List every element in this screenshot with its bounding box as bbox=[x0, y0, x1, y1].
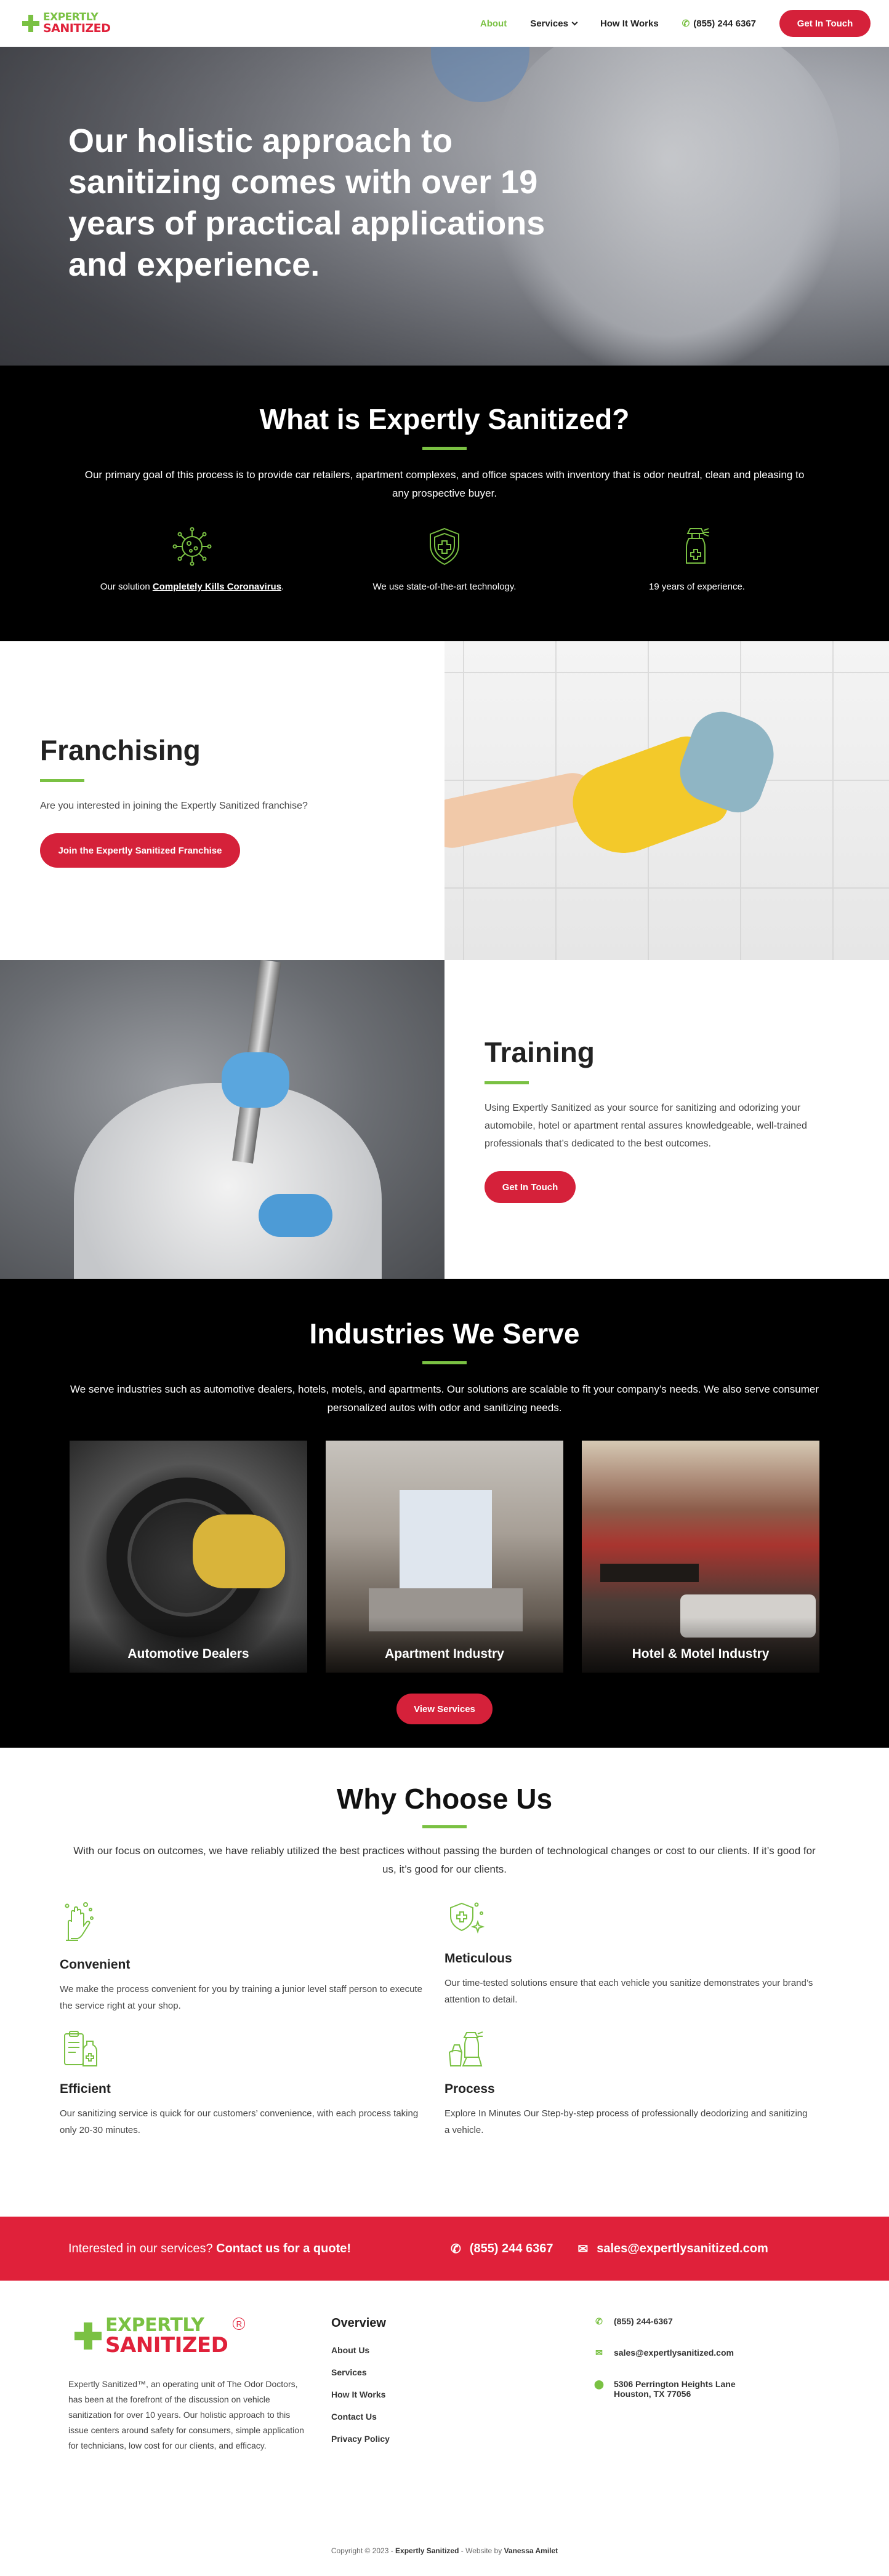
feature-experience: 19 years of experience. bbox=[595, 525, 798, 592]
footer-overview-title: Overview bbox=[331, 2316, 386, 2330]
copyright: Copyright © 2023 - Expertly Sanitized - … bbox=[331, 2546, 558, 2555]
virus-icon bbox=[172, 527, 212, 566]
industry-card-label: Hotel & Motel Industry bbox=[632, 1647, 770, 1661]
why-intro: With our focus on outcomes, we have reli… bbox=[73, 1845, 816, 1875]
hand-sanitize-icon bbox=[65, 1902, 94, 1941]
footer-phone[interactable]: ✆ (855) 244-6367 bbox=[594, 2316, 736, 2327]
feature-coronavirus: Our solution Completely Kills Coronaviru… bbox=[91, 525, 294, 592]
logo-line2: SANITIZED bbox=[105, 2333, 228, 2358]
why-choose-us-section: Why Choose Us With our focus on outcomes… bbox=[0, 1748, 889, 2217]
cleaning-glove-image bbox=[444, 641, 889, 960]
training-text: Using Expertly Sanitized as your source … bbox=[485, 1103, 807, 1149]
why-item-meticulous: Meticulous Our time-tested solutions ens… bbox=[444, 1897, 829, 2014]
nav-about[interactable]: About bbox=[480, 18, 507, 29]
nav-services[interactable]: Services bbox=[530, 18, 578, 29]
industries-intro: We serve industries such as automotive d… bbox=[70, 1383, 819, 1414]
nav-phone[interactable]: ✆ (855) 244 6367 bbox=[682, 18, 756, 29]
hero-section: Our holistic approach to sanitizing come… bbox=[0, 47, 889, 366]
title-underline bbox=[422, 1825, 467, 1828]
shield-sparkle-icon bbox=[450, 1902, 485, 1934]
site-logo[interactable]: EXPERTLY SANITIZED bbox=[22, 12, 111, 35]
phone-icon: ✆ bbox=[451, 2242, 461, 2256]
footer-about-text: Expertly Sanitized™, an operating unit o… bbox=[68, 2379, 304, 2450]
why-item-efficient: Efficient Our sanitizing service is quic… bbox=[60, 2028, 444, 2138]
what-is-section: What is Expertly Sanitized? Our primary … bbox=[0, 366, 889, 641]
footer-email[interactable]: ✉ sales@expertlysanitized.com bbox=[594, 2348, 736, 2358]
industry-card-label: Automotive Dealers bbox=[127, 1647, 249, 1661]
footer-logo[interactable]: EXPERTLY SANITIZED R bbox=[74, 2316, 331, 2356]
why-item-text: Our sanitizing service is quick for our … bbox=[60, 2108, 419, 2135]
title-underline bbox=[40, 779, 84, 782]
footer-address: ⬤ 5306 Perrington Heights Lane Houston, TX… bbox=[594, 2379, 736, 2399]
contact-quote-link[interactable]: Contact us for a quote! bbox=[216, 2242, 351, 2255]
coronavirus-link[interactable]: Completely Kills Coronavirus bbox=[153, 582, 281, 592]
phone-icon: ✆ bbox=[595, 2316, 603, 2326]
industry-card-apartment[interactable]: Apartment Industry bbox=[326, 1441, 563, 1673]
nav-how-it-works[interactable]: How It Works bbox=[600, 18, 659, 29]
cta-phone-link[interactable]: ✆ (855) 244 6367 bbox=[451, 2241, 553, 2257]
logo-line2: SANITIZED bbox=[43, 22, 111, 35]
training-section: Training Using Expertly Sanitized as you… bbox=[0, 960, 889, 1279]
why-item-title: Meticulous bbox=[444, 1951, 512, 1966]
footer-link-privacy-policy[interactable]: Privacy Policy bbox=[331, 2434, 594, 2444]
title-underline bbox=[485, 1081, 529, 1084]
why-item-title: Convenient bbox=[60, 1958, 131, 1972]
why-item-text: We make the process convenient for you b… bbox=[60, 1984, 422, 2011]
why-item-title: Efficient bbox=[60, 2082, 111, 2096]
training-get-in-touch-button[interactable]: Get In Touch bbox=[485, 1171, 576, 1203]
franchising-text: Are you interested in joining the Expert… bbox=[40, 801, 308, 811]
registered-mark: R bbox=[233, 2318, 246, 2330]
cta-email-link[interactable]: ✉ sales@expertlysanitized.com bbox=[577, 2241, 768, 2257]
get-in-touch-button[interactable]: Get In Touch bbox=[779, 10, 871, 37]
why-item-text: Explore In Minutes Our Step-by-step proc… bbox=[444, 2108, 808, 2135]
fogging-image bbox=[0, 960, 444, 1279]
why-item-text: Our time-tested solutions ensure that ea… bbox=[444, 1978, 813, 2005]
footer-link-services[interactable]: Services bbox=[331, 2367, 594, 2377]
logo-line1: EXPERTLY bbox=[105, 2314, 204, 2336]
logo-plus-icon bbox=[22, 15, 39, 32]
industries-title: Industries We Serve bbox=[309, 1318, 580, 1350]
footer-link-contact-us[interactable]: Contact Us bbox=[331, 2412, 594, 2422]
industry-card-hotel[interactable]: Hotel & Motel Industry bbox=[582, 1441, 819, 1673]
envelope-icon: ✉ bbox=[577, 2242, 589, 2256]
why-title: Why Choose Us bbox=[336, 1783, 553, 1815]
industries-section: Industries We Serve We serve industries … bbox=[0, 1279, 889, 1748]
training-title: Training bbox=[485, 1036, 595, 1068]
logo-plus-icon bbox=[74, 2322, 102, 2350]
main-nav: About Services How It Works ✆ (855) 244 6… bbox=[480, 10, 871, 37]
cleaning-supplies-icon bbox=[448, 2031, 483, 2066]
phone-icon: ✆ bbox=[682, 18, 690, 29]
feature-technology: We use state-of-the-art technology. bbox=[343, 525, 546, 592]
industry-card-label: Apartment Industry bbox=[385, 1647, 504, 1661]
site-header: EXPERTLY SANITIZED About Services How It… bbox=[0, 0, 889, 47]
join-franchise-button[interactable]: Join the Expertly Sanitized Franchise bbox=[40, 833, 240, 868]
copyright-author-link[interactable]: Vanessa Amilet bbox=[504, 2546, 558, 2555]
site-footer: EXPERTLY SANITIZED R Expertly Sanitized™… bbox=[0, 2281, 889, 2576]
footer-link-how-it-works[interactable]: How It Works bbox=[331, 2390, 594, 2399]
what-is-title: What is Expertly Sanitized? bbox=[259, 403, 630, 435]
title-underline bbox=[422, 1361, 467, 1364]
what-is-intro: Our primary goal of this process is to p… bbox=[84, 469, 805, 499]
map-pin-icon: ⬤ bbox=[594, 2379, 604, 2389]
shield-medical-icon bbox=[430, 527, 459, 566]
view-services-button[interactable]: View Services bbox=[396, 1694, 493, 1724]
franchising-title: Franchising bbox=[40, 734, 201, 766]
why-item-convenient: Convenient We make the process convenien… bbox=[60, 1897, 444, 2014]
contact-cta-bar: Interested in our services? Contact us f… bbox=[0, 2217, 889, 2281]
clipboard-bottle-icon bbox=[64, 2031, 97, 2066]
hero-title: Our holistic approach to sanitizing come… bbox=[68, 122, 545, 283]
title-underline bbox=[422, 447, 467, 450]
why-item-process: Process Explore In Minutes Our Step-by-s… bbox=[444, 2028, 829, 2138]
footer-link-about-us[interactable]: About Us bbox=[331, 2345, 594, 2355]
industry-card-automotive[interactable]: Automotive Dealers bbox=[70, 1441, 307, 1673]
spray-bottle-icon bbox=[686, 528, 709, 564]
chevron-down-icon bbox=[571, 19, 578, 25]
why-item-title: Process bbox=[444, 2082, 495, 2096]
copyright-brand-link[interactable]: Expertly Sanitized bbox=[395, 2546, 459, 2555]
envelope-icon: ✉ bbox=[595, 2348, 603, 2358]
franchising-section: Franchising Are you interested in joinin… bbox=[0, 641, 889, 960]
